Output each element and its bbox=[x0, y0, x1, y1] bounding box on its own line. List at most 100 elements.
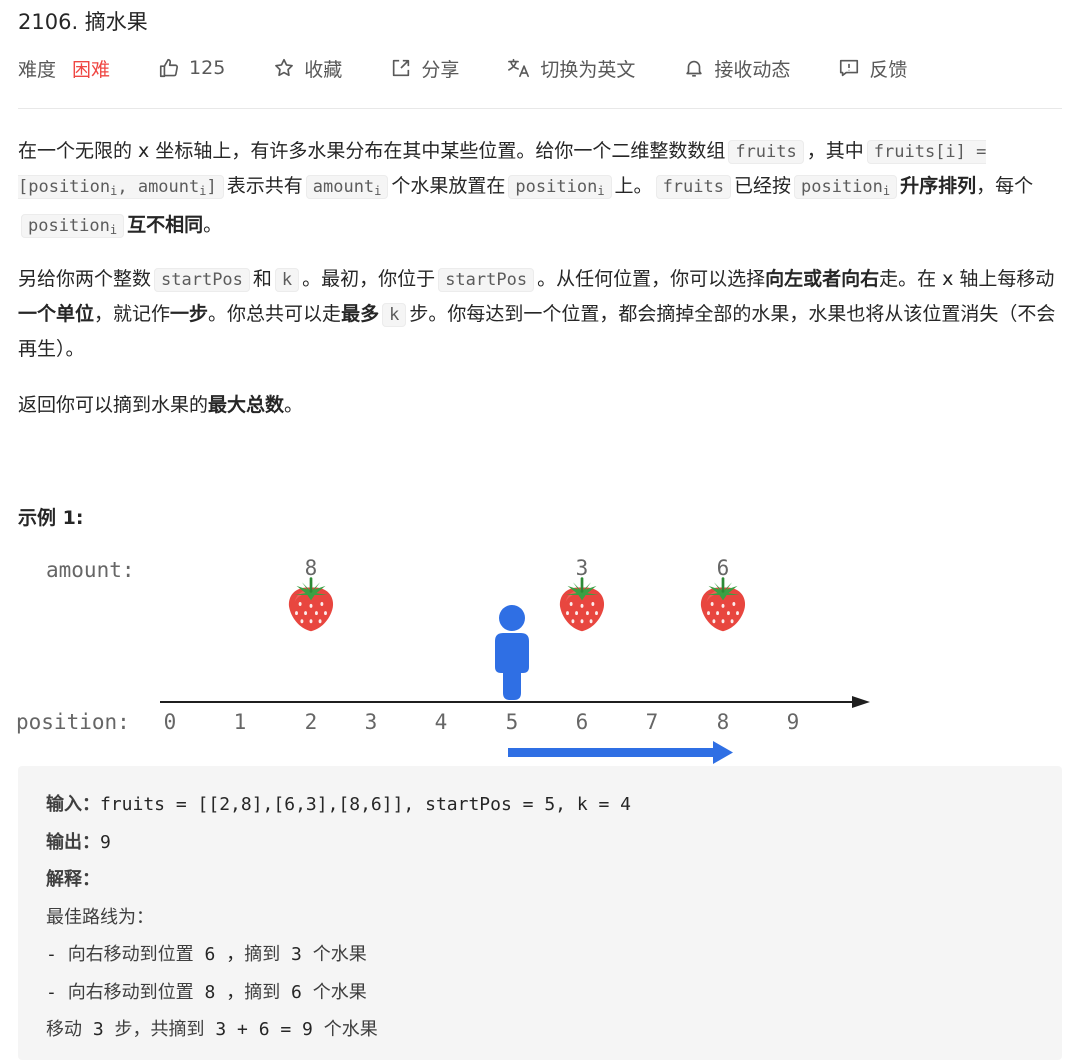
text: 已经按 bbox=[733, 175, 791, 197]
amount-label: amount: bbox=[46, 558, 135, 582]
inline-code-fruits: fruits bbox=[728, 140, 804, 164]
text: 。 bbox=[284, 394, 304, 416]
strawberry-icon bbox=[699, 577, 747, 633]
step-text: 个水果 bbox=[312, 981, 367, 1003]
description-paragraph-1: 在一个无限的 x 坐标轴上，有许多水果分布在其中某些位置。给你一个二维整数数组 f… bbox=[18, 134, 1062, 247]
text: 和 bbox=[252, 268, 272, 290]
code-subscript: i bbox=[882, 184, 891, 198]
like-count: 125 bbox=[189, 57, 226, 79]
person-head bbox=[499, 605, 525, 631]
difficulty-value: 困难 bbox=[72, 58, 111, 81]
step-text: 摘到 bbox=[244, 981, 281, 1003]
description-paragraph-2: 另给你两个整数 startPos 和 k 。最初，你位于 startPos 。从任何位置，你… bbox=[18, 262, 1062, 366]
output-line: 输出：9 bbox=[46, 824, 1034, 862]
fruit-amount-label: 3 bbox=[576, 556, 589, 580]
inline-code-position: positioni bbox=[508, 175, 612, 199]
position-tick-9: 9 bbox=[787, 710, 800, 734]
text: 。从任何位置，你可以选择 bbox=[537, 268, 766, 290]
difficulty: 难度 困难 bbox=[18, 55, 110, 82]
step-text: 向右移动到位置 bbox=[67, 944, 194, 965]
person-icon bbox=[495, 605, 529, 700]
inline-code-k: k bbox=[382, 303, 407, 327]
feedback-button[interactable]: 反馈 bbox=[838, 55, 907, 82]
code-text: position bbox=[28, 216, 110, 236]
translate-button[interactable]: 切换为英文 bbox=[507, 55, 635, 82]
inline-code-startpos: startPos bbox=[154, 268, 250, 292]
feedback-icon bbox=[840, 59, 859, 77]
explain-step-1: - 向右移动到位置 6 ，摘到 3 个水果 bbox=[46, 936, 1034, 974]
text: ，就记作 bbox=[94, 303, 171, 325]
explain-step-2: - 向右移动到位置 8 ，摘到 6 个水果 bbox=[46, 974, 1034, 1012]
code-text: amount bbox=[312, 177, 375, 197]
example-diagram: amount: position: 0 1 2 3 4 5 6 7 8 9 8 3 6 bbox=[16, 556, 870, 764]
text: 。 bbox=[203, 214, 223, 236]
position-tick-0: 0 bbox=[164, 710, 177, 734]
translate-label: 切换为英文 bbox=[540, 58, 636, 81]
collect-label: 收藏 bbox=[304, 58, 343, 81]
code-subscript: i bbox=[374, 184, 382, 198]
text: 。最初，你位于 bbox=[302, 268, 436, 290]
code-text: 3 + 6 = 9 bbox=[204, 1019, 324, 1040]
code-text: - bbox=[46, 944, 68, 965]
share-button[interactable]: 分享 bbox=[390, 55, 459, 82]
inline-code-fruits: fruits bbox=[655, 175, 731, 199]
code-text: 6 bbox=[280, 981, 313, 1003]
collect-button[interactable]: 收藏 bbox=[273, 55, 342, 82]
bold-text: 升序排列 bbox=[900, 175, 977, 197]
output-value: 9 bbox=[100, 831, 111, 853]
text: 表示共有 bbox=[226, 175, 303, 197]
code-text: 3 bbox=[280, 944, 313, 965]
problem-toolbar: 难度 困难 125 收藏 分享 切换为英文 接收动态 反馈 bbox=[18, 54, 955, 82]
share-label: 分享 bbox=[421, 58, 460, 81]
problem-title: 2106. 摘水果 bbox=[18, 10, 148, 34]
fruit-amount-label: 6 bbox=[717, 556, 730, 580]
position-tick-6: 6 bbox=[576, 710, 589, 734]
position-tick-2: 2 bbox=[305, 710, 318, 734]
example-title: 示例 1: bbox=[18, 507, 84, 529]
bold-text: 一个单位 bbox=[18, 303, 95, 325]
description-paragraph-3: 返回你可以摘到水果的最大总数。 bbox=[18, 388, 1062, 422]
code-text: position bbox=[515, 177, 598, 197]
inline-code-position: positioni bbox=[21, 214, 125, 238]
position-label: position: bbox=[16, 710, 130, 734]
share-icon bbox=[393, 59, 410, 77]
code-text: , amount bbox=[117, 177, 200, 197]
bold-text: 互不相同 bbox=[127, 214, 204, 236]
text: 走。在 x 轴上每移动 bbox=[879, 268, 1055, 290]
notify-button[interactable]: 接收动态 bbox=[683, 55, 790, 82]
code-text: 6 ， bbox=[193, 944, 245, 965]
bold-text: 一步 bbox=[170, 303, 209, 325]
position-tick-3: 3 bbox=[365, 710, 378, 734]
step-text: 摘到 bbox=[244, 944, 281, 965]
translate-icon bbox=[508, 58, 530, 78]
summary-text: 步，共摘到 bbox=[114, 1019, 205, 1040]
route-text: 最佳路线为： bbox=[46, 906, 154, 928]
bold-text: 向左或者向右 bbox=[765, 268, 880, 290]
text: 上。 bbox=[614, 175, 653, 197]
text: 返回你可以摘到水果的 bbox=[18, 394, 209, 416]
explain-summary: 移动 3 步，共摘到 3 + 6 = 9 个水果 bbox=[46, 1011, 1034, 1049]
inline-code-startpos: startPos bbox=[438, 268, 535, 292]
code-text: - bbox=[46, 981, 68, 1003]
difficulty-label: 难度 bbox=[18, 58, 57, 81]
text: 在一个无限的 x 坐标轴上，有许多水果分布在其中某些位置。给你一个二维整数数组 bbox=[18, 140, 726, 162]
text: ，每个 bbox=[976, 175, 1034, 197]
explain-line: 解释： bbox=[46, 861, 1034, 899]
bell-icon bbox=[686, 60, 703, 77]
person-body bbox=[495, 633, 529, 700]
code-text: position bbox=[801, 177, 883, 197]
position-tick-4: 4 bbox=[435, 710, 448, 734]
bold-text: 最大总数 bbox=[208, 394, 285, 416]
explain-label: 解释： bbox=[46, 869, 100, 890]
code-text: ] bbox=[206, 177, 217, 197]
input-label: 输入： bbox=[46, 794, 100, 815]
like-button[interactable]: 125 bbox=[158, 57, 225, 79]
problem-page: 2106. 摘水果 难度 困难 125 收藏 分享 切换为英文 接收动态 反馈 bbox=[0, 0, 1090, 1060]
position-tick-7: 7 bbox=[646, 710, 659, 734]
move-arrow-head bbox=[713, 741, 733, 764]
text: 另给你两个整数 bbox=[18, 268, 152, 290]
code-subscript: i bbox=[597, 184, 605, 198]
code-text: 3 bbox=[82, 1019, 115, 1040]
star-icon bbox=[275, 58, 294, 77]
position-tick-1: 1 bbox=[234, 710, 247, 734]
